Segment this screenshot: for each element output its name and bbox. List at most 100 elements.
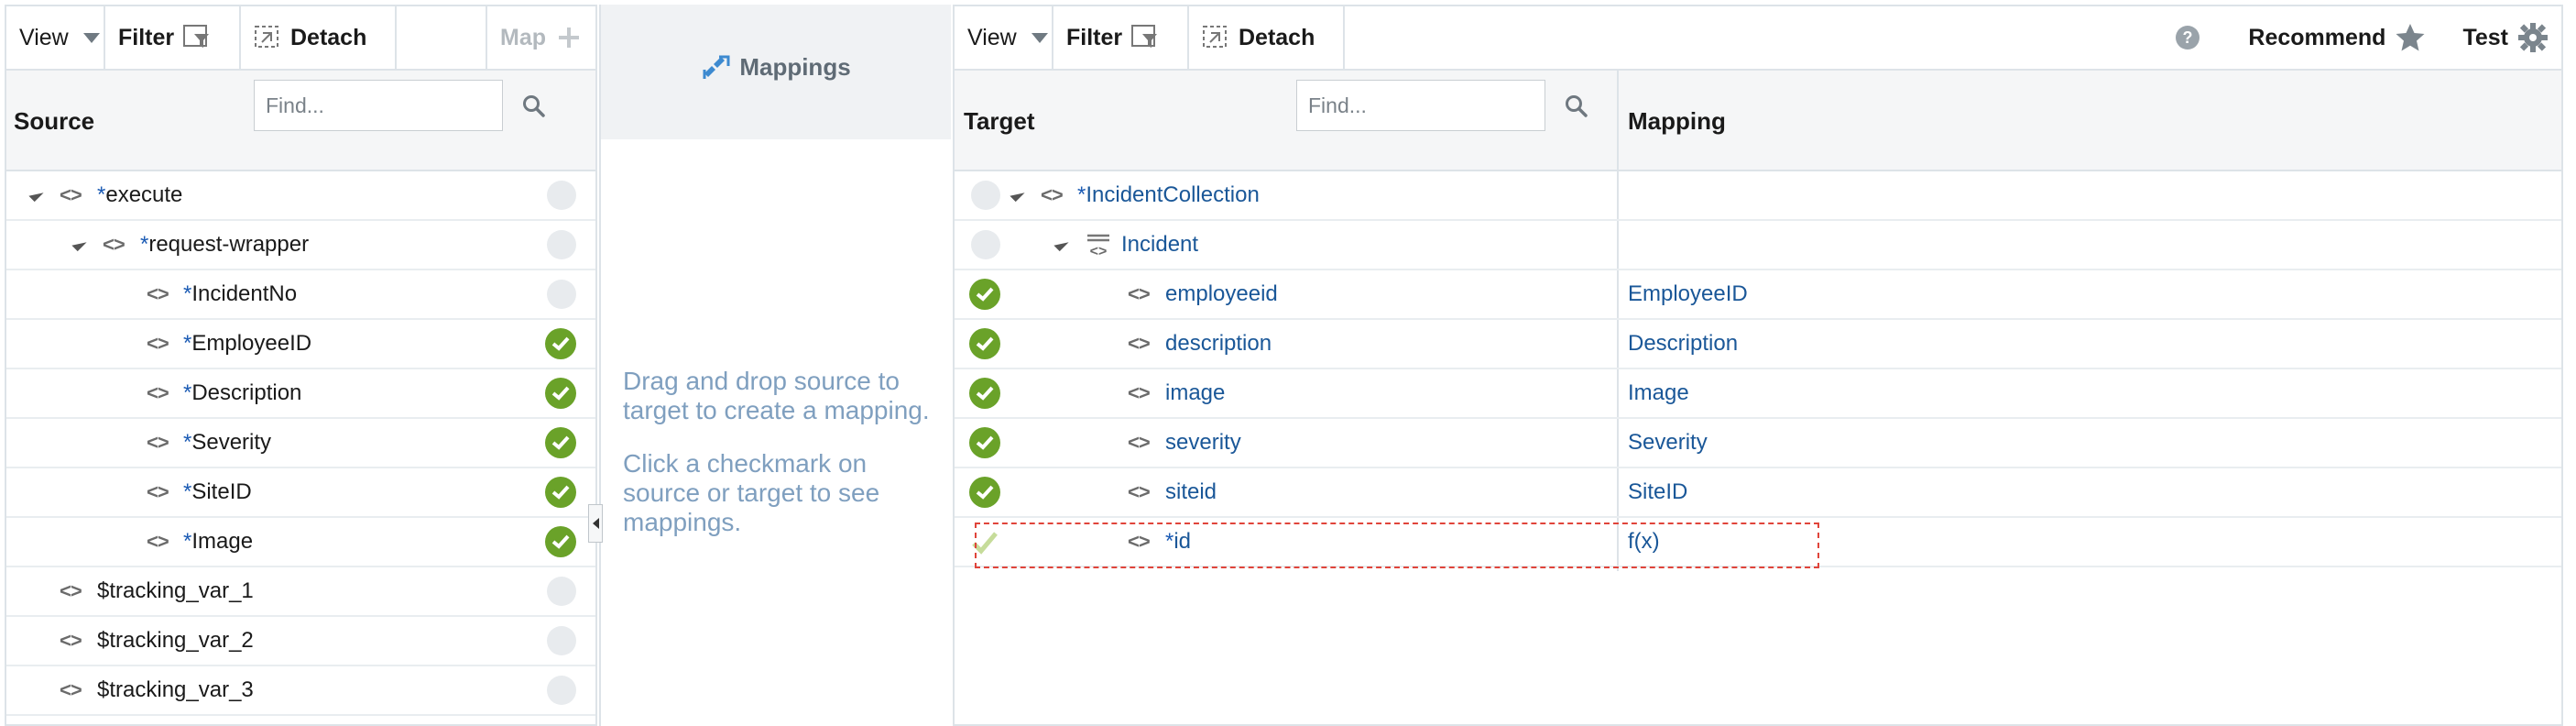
target-row-siteid[interactable]: <> siteid SiteID — [955, 468, 2561, 518]
source-node-label: Image — [191, 529, 254, 554]
star-icon — [2396, 24, 2425, 51]
expand-triangle-icon[interactable] — [28, 186, 44, 203]
detach-button[interactable]: Detach — [1189, 6, 1345, 69]
unmapped-dot-icon[interactable] — [547, 280, 576, 309]
mapping-value[interactable]: Severity — [1628, 430, 1708, 456]
target-find-field[interactable] — [1296, 80, 1545, 131]
collapse-panel-handle[interactable] — [588, 504, 603, 543]
view-menu[interactable]: View — [955, 6, 1053, 69]
source-row-description[interactable]: <> *Description — [6, 369, 595, 419]
element-icon: <> — [1128, 480, 1151, 503]
target-find-input[interactable] — [1308, 93, 1534, 118]
source-row-siteid[interactable]: <> *SiteID — [6, 468, 595, 518]
mapped-check-icon[interactable] — [545, 328, 576, 359]
filter-label: Filter — [118, 24, 175, 50]
mappings-panel: Mappings Drag and drop source to target … — [588, 5, 951, 726]
source-node-label: request-wrapper — [148, 232, 310, 257]
map-button[interactable]: Map — [486, 6, 595, 69]
target-node-label: IncidentCollection — [1086, 182, 1260, 207]
target-node-label: Incident — [1121, 232, 1199, 257]
source-find-input[interactable] — [266, 93, 491, 118]
required-marker: * — [183, 479, 192, 504]
element-icon: <> — [147, 431, 169, 454]
element-icon: <> — [1128, 282, 1151, 305]
mapped-check-icon[interactable] — [545, 378, 576, 409]
source-tree: <> *execute <> *request-wrapper <> *Inci… — [6, 171, 595, 716]
recommend-button[interactable]: Recommend — [2232, 6, 2462, 69]
mapper-root: View Filter Detach Map Source Find... <>… — [0, 0, 2576, 726]
detach-button[interactable]: Detach — [241, 6, 397, 69]
selected-row-outline — [975, 522, 1819, 568]
help-button[interactable]: ? — [2144, 6, 2232, 69]
target-row-severity[interactable]: <> severity Severity — [955, 419, 2561, 468]
source-row-tracking-var-3[interactable]: <> $tracking_var_3 — [6, 666, 595, 716]
mapped-check-icon[interactable] — [969, 328, 1000, 359]
unmapped-dot-icon[interactable] — [547, 626, 576, 655]
element-icon: <> — [1128, 332, 1151, 355]
search-icon[interactable] — [1565, 94, 1588, 118]
source-row-employeeid[interactable]: <> *EmployeeID — [6, 320, 595, 369]
target-row-employeeid[interactable]: <> employeeid EmployeeID — [955, 270, 2561, 320]
required-marker: * — [183, 281, 192, 306]
source-row-incidentno[interactable]: <> *IncidentNo — [6, 270, 595, 320]
filter-icon — [183, 25, 210, 48]
target-row-incidentcollection[interactable]: <> *IncidentCollection — [955, 171, 2561, 221]
source-row-image[interactable]: <> *Image — [6, 518, 595, 567]
search-icon[interactable] — [522, 94, 546, 118]
element-icon: <> — [147, 332, 169, 355]
required-marker: * — [183, 331, 192, 356]
required-marker: * — [97, 182, 106, 207]
filter-button[interactable]: Filter — [105, 6, 241, 69]
mapping-value[interactable]: Description — [1628, 331, 1738, 357]
mapped-check-icon[interactable] — [969, 378, 1000, 409]
mapped-check-icon[interactable] — [545, 477, 576, 508]
expand-triangle-icon[interactable] — [71, 236, 87, 252]
detach-icon — [1203, 26, 1227, 48]
unmapped-dot-icon[interactable] — [547, 230, 576, 259]
target-row-image[interactable]: <> image Image — [955, 369, 2561, 419]
mapping-value[interactable]: EmployeeID — [1628, 281, 1748, 307]
unmapped-dot-icon[interactable] — [971, 230, 1000, 259]
target-row-incident[interactable]: <> Incident — [955, 221, 2561, 270]
mapped-check-icon[interactable] — [969, 477, 1000, 508]
help-icon: ? — [2176, 26, 2200, 50]
view-menu[interactable]: View — [6, 6, 105, 69]
source-row-tracking-var-2[interactable]: <> $tracking_var_2 — [6, 617, 595, 666]
test-button[interactable]: Test — [2462, 6, 2561, 69]
element-icon: <> — [60, 579, 82, 602]
unmapped-dot-icon[interactable] — [547, 676, 576, 705]
mapped-check-icon[interactable] — [545, 526, 576, 557]
target-row-description[interactable]: <> description Description — [955, 320, 2561, 369]
mapped-check-icon[interactable] — [969, 427, 1000, 458]
mapping-value[interactable]: SiteID — [1628, 479, 1687, 505]
recommend-label: Recommend — [2248, 24, 2386, 50]
source-title: Source — [14, 107, 95, 135]
source-toolbar: View Filter Detach Map — [6, 6, 595, 71]
gear-icon — [2518, 23, 2548, 52]
source-row-tracking-var-1[interactable]: <> $tracking_var_1 — [6, 567, 595, 617]
chevron-left-icon — [592, 518, 599, 529]
unmapped-dot-icon[interactable] — [547, 181, 576, 210]
filter-button[interactable]: Filter — [1053, 6, 1189, 69]
mapped-check-icon[interactable] — [969, 279, 1000, 310]
unmapped-dot-icon[interactable] — [547, 577, 576, 606]
mapped-check-icon[interactable] — [545, 427, 576, 458]
element-icon: <> — [147, 530, 169, 553]
unmapped-dot-icon[interactable] — [971, 181, 1000, 210]
source-find-field[interactable] — [254, 80, 503, 131]
element-icon: <> — [60, 183, 82, 206]
detach-label: Detach — [290, 24, 367, 50]
source-node-label: EmployeeID — [191, 331, 312, 356]
source-node-label: Description — [191, 380, 302, 405]
source-row-severity[interactable]: <> *Severity — [6, 419, 595, 468]
expand-triangle-icon[interactable] — [1010, 186, 1025, 203]
source-row-execute[interactable]: <> *execute — [6, 171, 595, 221]
source-row-request-wrapper[interactable]: <> *request-wrapper — [6, 221, 595, 270]
source-node-label: execute — [105, 182, 183, 207]
column-divider[interactable] — [1617, 71, 1619, 170]
target-node-label: siteid — [1165, 479, 1217, 504]
mapping-value[interactable]: Image — [1628, 380, 1689, 406]
expand-triangle-icon[interactable] — [1053, 236, 1069, 252]
target-panel: View Filter Detach ? Recommend Test Targ… — [953, 5, 2563, 726]
